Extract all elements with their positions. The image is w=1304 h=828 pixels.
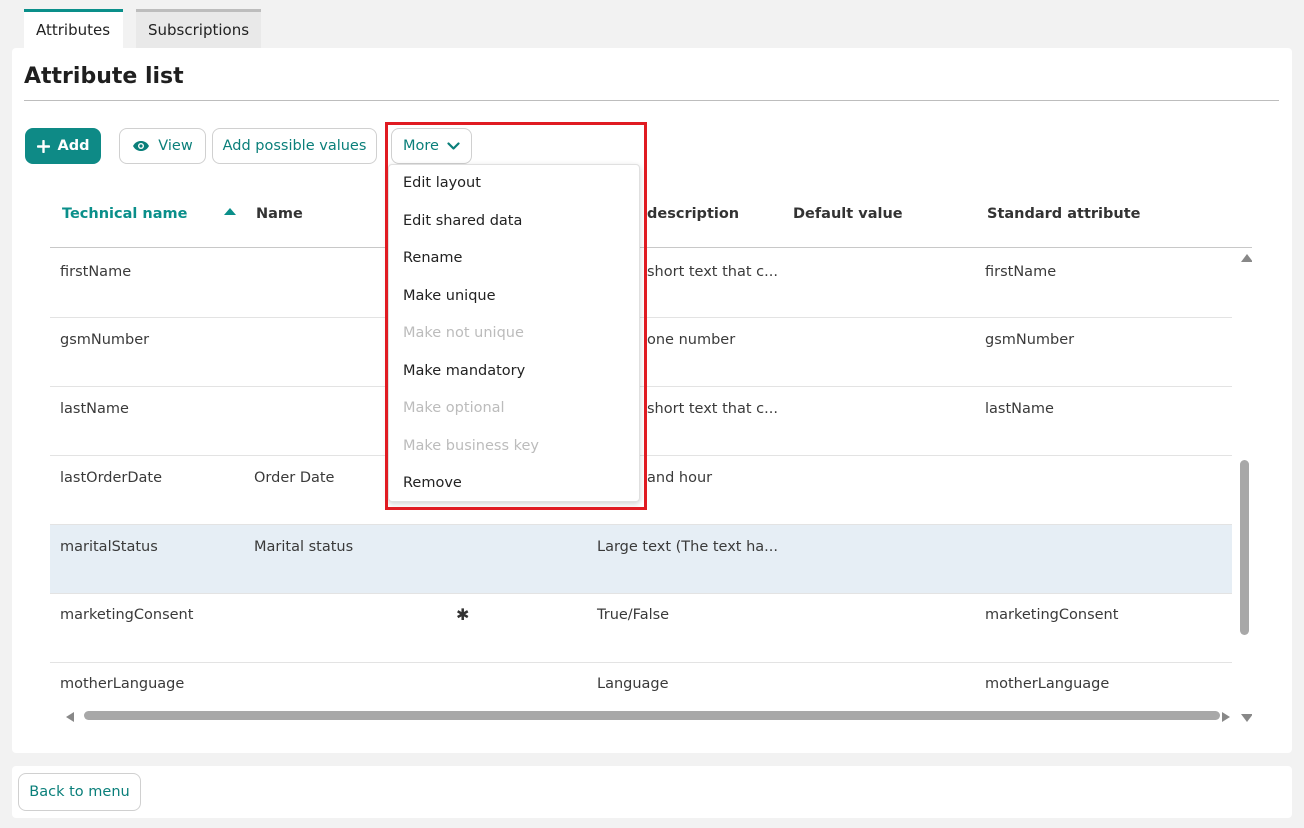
column-header-name[interactable]: Name bbox=[256, 206, 303, 222]
plus-icon bbox=[36, 139, 50, 153]
highlight-box bbox=[385, 122, 647, 510]
table-row-selected[interactable]: maritalStatus Marital status Large text … bbox=[50, 525, 1232, 594]
add-button[interactable]: Add bbox=[25, 128, 101, 164]
table-header: Technical name Name description Default … bbox=[50, 188, 1252, 248]
attribute-table: Technical name Name description Default … bbox=[50, 188, 1252, 725]
cell-standard-attribute: gsmNumber bbox=[985, 332, 1075, 348]
cell-description: and hour bbox=[647, 470, 713, 486]
cell-technical-name: lastName bbox=[60, 401, 129, 417]
vertical-scrollbar-thumb[interactable] bbox=[1240, 460, 1249, 635]
cell-standard-attribute: lastName bbox=[985, 401, 1054, 417]
cell-technical-name: lastOrderDate bbox=[60, 470, 163, 486]
footer-bar: Back to menu bbox=[12, 766, 1292, 818]
tab-attributes[interactable]: Attributes bbox=[24, 9, 123, 48]
column-header-description[interactable]: description bbox=[647, 206, 739, 222]
attribute-list-panel: Attribute list Add View Add possible val… bbox=[12, 48, 1292, 753]
scroll-up-arrow-icon[interactable] bbox=[1241, 254, 1252, 262]
cell-technical-name: maritalStatus bbox=[60, 539, 158, 555]
cell-technical-name: marketingConsent bbox=[60, 607, 194, 623]
tab-attributes-label: Attributes bbox=[36, 21, 111, 39]
tab-bar: Attributes Subscriptions bbox=[24, 9, 274, 48]
cell-name: Marital status bbox=[254, 539, 354, 555]
cell-description: Large text (The text ha... bbox=[597, 539, 778, 555]
title-divider bbox=[24, 100, 1279, 101]
horizontal-scrollbar-thumb[interactable] bbox=[84, 711, 1220, 720]
table-row[interactable]: marketingConsent ✱ True/False marketingC… bbox=[50, 594, 1232, 663]
cell-technical-name: motherLanguage bbox=[60, 676, 185, 692]
asterisk-icon: ✱ bbox=[456, 605, 470, 624]
cell-technical-name: gsmNumber bbox=[60, 332, 150, 348]
scroll-right-arrow-icon[interactable] bbox=[1222, 712, 1230, 722]
column-header-technical-name[interactable]: Technical name bbox=[62, 206, 187, 222]
view-button[interactable]: View bbox=[119, 128, 206, 164]
back-to-menu-button[interactable]: Back to menu bbox=[18, 773, 141, 811]
cell-description: short text that c... bbox=[647, 401, 778, 417]
cell-standard-attribute: motherLanguage bbox=[985, 676, 1110, 692]
cell-standard-attribute: marketingConsent bbox=[985, 607, 1119, 623]
add-button-label: Add bbox=[57, 138, 90, 154]
cell-description: True/False bbox=[597, 607, 670, 623]
back-to-menu-label: Back to menu bbox=[29, 784, 130, 800]
add-possible-values-label: Add possible values bbox=[222, 138, 367, 154]
view-button-label: View bbox=[158, 138, 193, 154]
scroll-down-arrow-icon[interactable] bbox=[1241, 714, 1252, 722]
cell-technical-name: firstName bbox=[60, 264, 132, 280]
add-possible-values-button[interactable]: Add possible values bbox=[212, 128, 377, 164]
scroll-left-arrow-icon[interactable] bbox=[66, 712, 74, 722]
tab-subscriptions[interactable]: Subscriptions bbox=[136, 9, 261, 48]
eye-icon bbox=[133, 141, 150, 151]
cell-description: short text that c... bbox=[647, 264, 778, 280]
cell-description: one number bbox=[647, 332, 736, 348]
column-header-standard-attribute[interactable]: Standard attribute bbox=[987, 206, 1140, 222]
vertical-scrollbar[interactable] bbox=[1240, 250, 1252, 722]
cell-standard-attribute: firstName bbox=[985, 264, 1057, 280]
sort-ascending-icon[interactable] bbox=[224, 208, 236, 215]
cell-name: Order Date bbox=[254, 470, 335, 486]
horizontal-scrollbar[interactable] bbox=[60, 710, 1242, 722]
cell-description: Language bbox=[597, 676, 669, 692]
column-header-default-value[interactable]: Default value bbox=[793, 206, 903, 222]
tab-subscriptions-label: Subscriptions bbox=[148, 21, 250, 39]
page-title: Attribute list bbox=[24, 64, 184, 89]
